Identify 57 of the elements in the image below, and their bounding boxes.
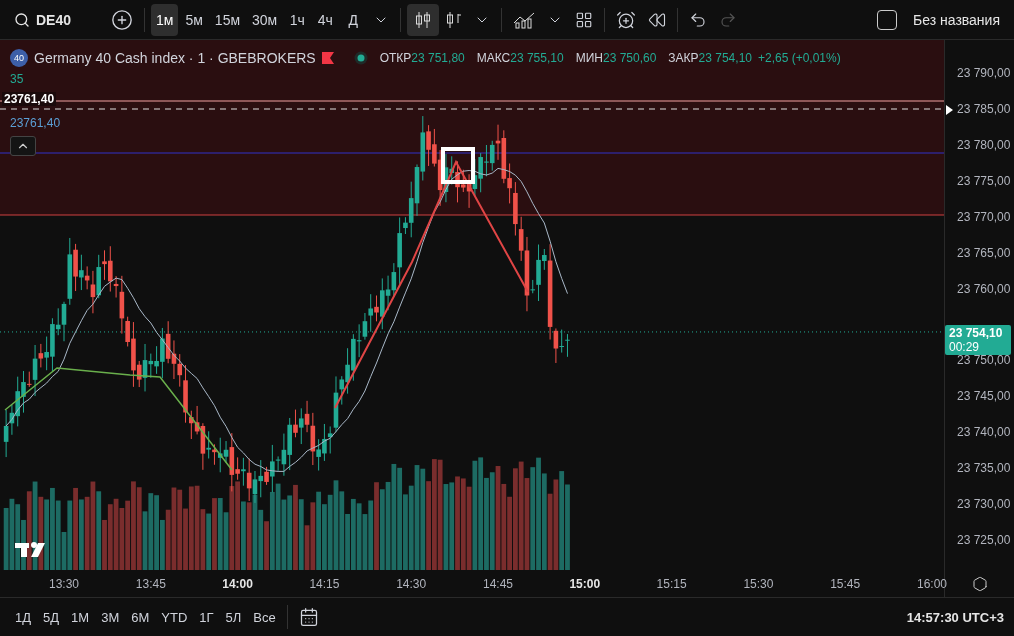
ohlc-label: МИН [575, 51, 603, 65]
ohlc-value: 23 754,10 [698, 51, 752, 65]
price-tick: 23 785,00 [957, 101, 1011, 116]
symbol-name[interactable]: DE40 [36, 11, 72, 28]
price-change: +2,65 (+0,01%) [758, 51, 841, 65]
layout-name[interactable]: Без названия [913, 11, 1000, 28]
timeframe-button[interactable]: 5м [180, 3, 208, 36]
ohlc-label: ЗАКР [668, 51, 699, 65]
price-tick: 23 775,00 [957, 173, 1011, 188]
range-button[interactable]: 5Л [220, 605, 247, 629]
price-tick: 23 725,00 [957, 533, 1011, 547]
time-tick: 15:00 [569, 577, 601, 591]
price-tick: 23 760,00 [957, 281, 1011, 296]
timeframe-button[interactable]: 30м [247, 3, 283, 36]
price-tick: 23 735,00 [957, 461, 1011, 476]
time-tick: 16:00 [917, 577, 947, 591]
volume-value: 35 [10, 72, 24, 86]
timeframe-button[interactable]: 1м [151, 3, 179, 36]
range-button[interactable]: 1Г [194, 605, 219, 629]
price-tick: 23 770,00 [957, 209, 1011, 224]
timeframe-button[interactable]: 1ч [284, 3, 311, 36]
range-button[interactable]: 3М [96, 605, 125, 629]
time-tick: 15:15 [656, 577, 687, 591]
range-button[interactable]: 6М [126, 605, 155, 629]
timeframe-button[interactable]: 4ч [312, 3, 339, 36]
price-tick: 23 750,00 [957, 353, 1011, 368]
line-price-label: 23761,40 [2, 92, 57, 106]
level-price-label: 23761,40 [10, 116, 61, 130]
price-tick: 23 780,00 [957, 137, 1011, 152]
time-tick: 14:30 [396, 577, 427, 591]
price-tick: 23 730,00 [957, 497, 1011, 512]
range-button[interactable]: 1Д [10, 605, 37, 629]
range-button[interactable]: 5Д [38, 605, 65, 629]
last-price-tag: 23 754,10 00:29 [945, 324, 1011, 355]
time-tick: 14:45 [483, 577, 513, 591]
timeframe-button[interactable]: Д [340, 3, 367, 36]
ohlc-value: 23 751,80 [411, 51, 465, 65]
range-button[interactable]: YTD [156, 605, 193, 629]
time-tick: 13:45 [135, 577, 166, 591]
symbol-title: Germany 40 Cash index · 1 · GBEBROKERS [34, 50, 316, 66]
price-tick: 23 790,00 [957, 66, 1011, 80]
price-tick: 23 740,00 [957, 425, 1011, 440]
time-tick: 15:30 [743, 577, 774, 591]
time-tick: 13:30 [49, 577, 79, 591]
price-tick: 23 745,00 [957, 389, 1011, 404]
ohlc-value: 23 755,10 [510, 51, 564, 65]
range-button[interactable]: Все [248, 605, 281, 629]
ohlc-label: ОТКР [379, 51, 412, 65]
time-tick: 14:15 [309, 577, 340, 591]
clock-text: 14:57:30 UTC+3 [906, 609, 1004, 625]
range-button[interactable]: 1М [66, 605, 95, 629]
timeframe-button[interactable]: 15м [209, 3, 246, 36]
ohlc-value: 23 750,60 [602, 51, 657, 65]
price-tick: 23 765,00 [957, 245, 1011, 260]
time-tick: 14:00 [222, 577, 253, 591]
ohlc-label: МАКС [476, 51, 511, 65]
time-tick: 15:45 [830, 577, 861, 591]
